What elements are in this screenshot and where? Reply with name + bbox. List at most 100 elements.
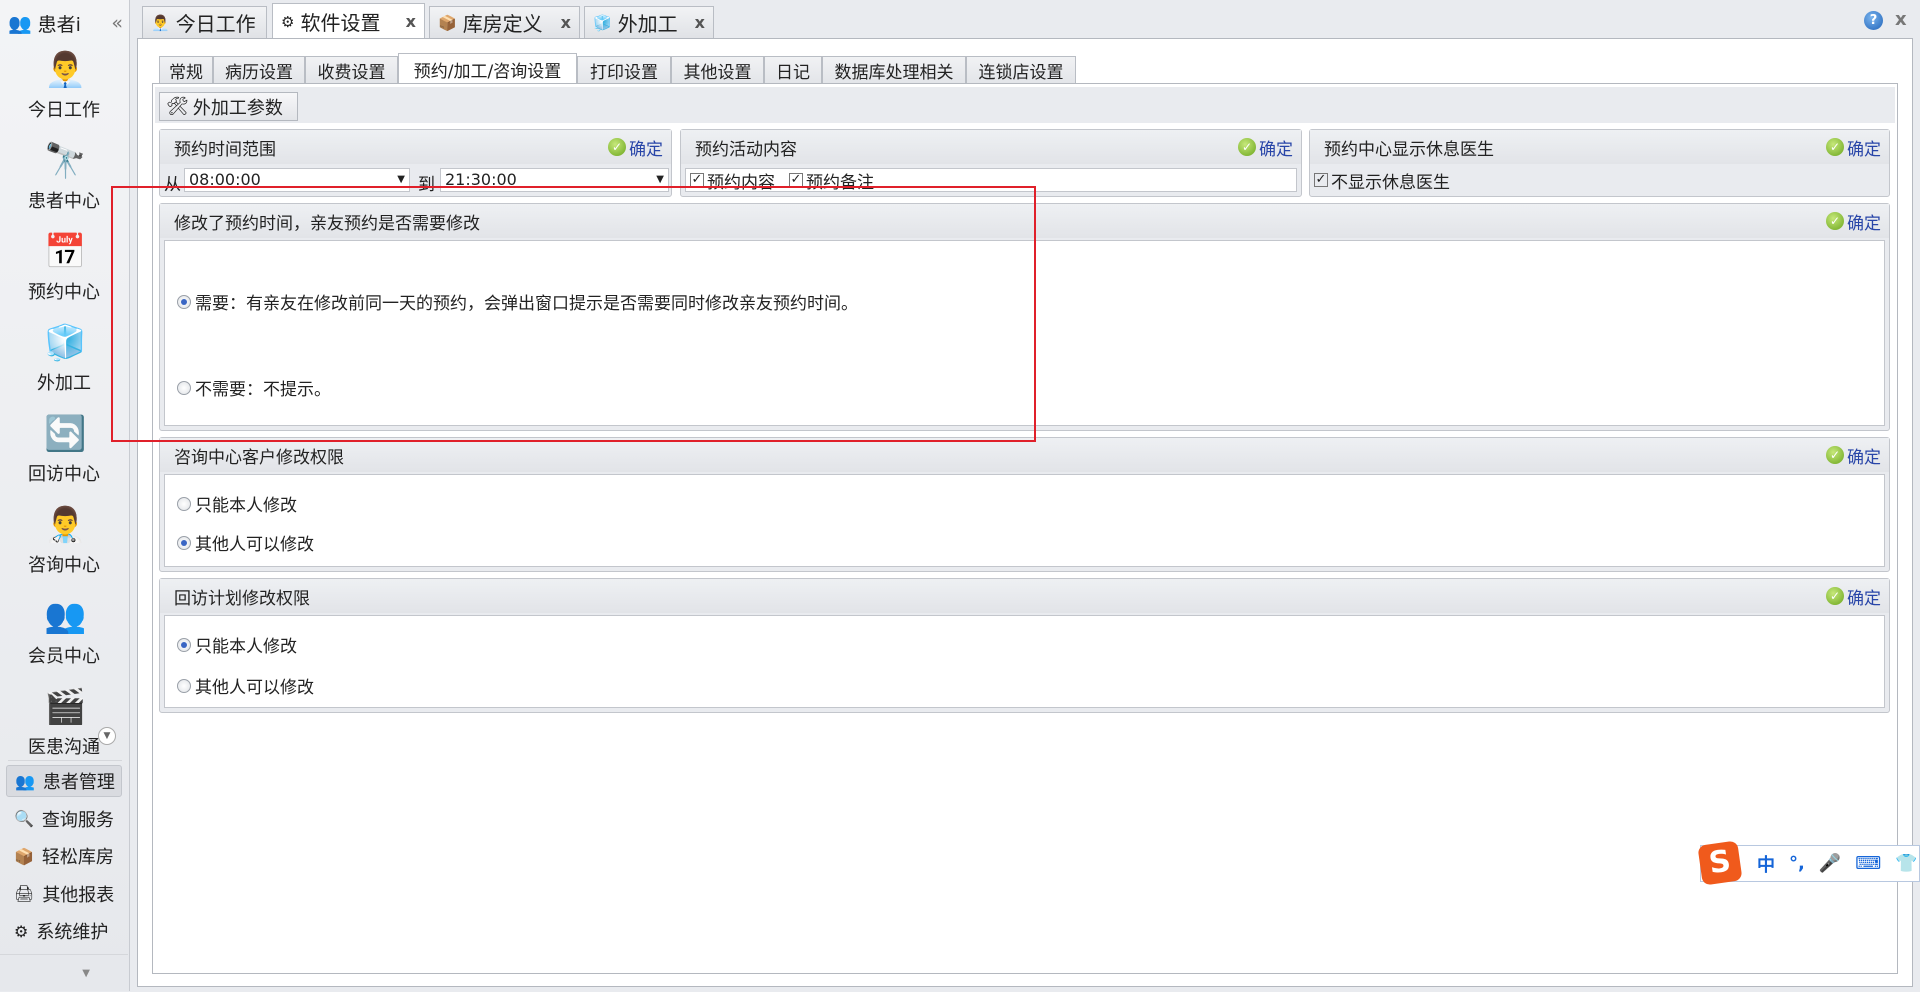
group-title: 预约时间范围 <box>174 139 276 160</box>
button-label: 外加工参数 <box>192 97 283 119</box>
more-button[interactable]: ▼ <box>98 727 116 745</box>
sidebar-bottom-bar[interactable]: ▼ <box>0 954 128 991</box>
consult-permission-group: 咨询中心客户修改权限 ✓ 确定 只能本人修改 其他人可以修改 <box>159 437 1890 572</box>
sidebar-header: 👥 患者i « <box>8 8 123 38</box>
confirm-button[interactable]: ✓ 确定 <box>1826 135 1881 160</box>
doc-tab[interactable]: 👨‍💼 今日工作 <box>142 6 267 38</box>
nav-item-label: 患者管理 <box>42 772 115 793</box>
video-icon: 🎬 <box>44 687 87 727</box>
tab-label: 软件设置 <box>300 11 381 35</box>
hide-rest-doctor-checkbox[interactable]: ✓ 不显示休息医生 <box>1314 168 1450 193</box>
close-tab-icon[interactable]: x <box>695 13 705 32</box>
radio-dot <box>177 535 191 550</box>
confirm-button[interactable]: ✓ 确定 <box>1238 135 1293 160</box>
radio-label: 其他人可以修改 <box>195 535 314 555</box>
sidebar: 👥 患者i « 👨‍💼 今日工作 🔭 患者中心 📅 预约中心 🧊 外加工 🔄 回访中心 👨‍⚕️ 咨询… <box>0 0 130 991</box>
divider <box>8 760 122 761</box>
confirm-label: 确定 <box>1847 213 1881 234</box>
highlight-annotation-box <box>111 186 1036 442</box>
sidebar-item[interactable]: 🔄 回访中心 <box>0 414 128 502</box>
rest-doctor-group: 预约中心显示休息医生 ✓ 确定 ✓ 不显示休息医生 <box>1309 129 1890 197</box>
sidebar-item[interactable]: 🔭 患者中心 <box>0 141 128 229</box>
settings-tab[interactable]: 连锁店设置 <box>966 56 1076 84</box>
settings-tab[interactable]: 常规 <box>159 56 213 84</box>
help-icon[interactable]: ? <box>1864 11 1883 30</box>
confirm-button[interactable]: ✓ 确定 <box>608 135 663 160</box>
check-icon: ✓ <box>1826 446 1844 464</box>
confirm-label: 确定 <box>1847 447 1881 468</box>
sidebar-item-label: 会员中心 <box>28 646 100 667</box>
settings-tab[interactable]: 数据库处理相关 <box>822 56 966 84</box>
sidebar-item-label: 外加工 <box>37 373 91 394</box>
radio-self-only[interactable]: 只能本人修改 <box>177 491 297 516</box>
settings-tab[interactable]: 预约/加工/咨询设置 <box>398 53 577 84</box>
tab-label: 外加工 <box>617 12 678 36</box>
check-icon: ✓ <box>1826 212 1844 230</box>
confirm-label: 确定 <box>1847 588 1881 609</box>
outsourcing-params-button[interactable]: 🛠 外加工参数 <box>159 92 298 121</box>
doc-tab[interactable]: 🧊 外加工 x <box>584 6 714 38</box>
settings-tab[interactable]: 打印设置 <box>577 56 671 84</box>
close-tab-icon[interactable]: x <box>406 12 416 31</box>
collapse-button[interactable]: « <box>111 12 123 34</box>
sidebar-item[interactable]: 📅 预约中心 <box>0 232 128 320</box>
confirm-button[interactable]: ✓ 确定 <box>1826 209 1881 234</box>
skin-icon[interactable]: 👕 <box>1895 853 1917 874</box>
group-title: 预约活动内容 <box>695 139 797 160</box>
confirm-label: 确定 <box>1847 139 1881 160</box>
gears-icon: ⚙ <box>281 12 295 31</box>
sidebar-nav-item[interactable]: 🔍 查询服务 <box>6 803 122 835</box>
check-icon: ✓ <box>608 138 626 156</box>
confirm-button[interactable]: ✓ 确定 <box>1826 443 1881 468</box>
doc-tab[interactable]: 📦 库房定义 x <box>429 6 580 38</box>
confirm-label: 确定 <box>1259 139 1293 160</box>
tab-label: 库房定义 <box>462 12 543 36</box>
microphone-icon[interactable]: 🎤 <box>1819 853 1841 874</box>
sidebar-item-label: 今日工作 <box>28 100 100 121</box>
sidebar-item[interactable]: 🧊 外加工 <box>0 323 128 411</box>
chinese-mode-icon[interactable]: 中 <box>1757 851 1775 877</box>
doc-tab[interactable]: ⚙ 软件设置 x <box>272 3 425 39</box>
toolbar <box>155 87 1895 123</box>
nav-item-label: 其他报表 <box>42 884 115 906</box>
sidebar-nav-item[interactable]: 🖨 其他报表 <box>6 878 122 910</box>
group-title: 咨询中心客户修改权限 <box>174 447 344 468</box>
sidebar-nav-item[interactable]: 👥 患者管理 <box>6 765 122 797</box>
sidebar-nav-item[interactable]: 📦 轻松库房 <box>6 840 122 872</box>
tab-label: 今日工作 <box>175 12 256 36</box>
radio-others-allowed[interactable]: 其他人可以修改 <box>177 673 314 698</box>
desk-person-icon: 👨‍💼 <box>151 13 170 32</box>
confirm-label: 确定 <box>629 139 663 160</box>
sidebar-item[interactable]: 👨‍⚕️ 咨询中心 <box>0 505 128 593</box>
cubes-icon: 🧊 <box>44 323 87 363</box>
radio-others-allowed[interactable]: 其他人可以修改 <box>177 530 314 555</box>
group-title: 预约中心显示休息医生 <box>1324 139 1494 160</box>
radio-label: 只能本人修改 <box>195 496 297 516</box>
users-icon: 👥 <box>8 12 32 35</box>
confirm-button[interactable]: ✓ 确定 <box>1826 584 1881 609</box>
keyboard-icon[interactable]: ⌨ <box>1855 853 1881 874</box>
check-icon: ✓ <box>1826 138 1844 156</box>
radio-self-only[interactable]: 只能本人修改 <box>177 632 297 657</box>
sidebar-item[interactable]: 👨‍💼 今日工作 <box>0 50 128 138</box>
sidebar-nav-item[interactable]: ⚙ 系统维护 <box>6 915 122 947</box>
nav-item-label: 系统维护 <box>36 922 109 943</box>
tools-icon: 🛠 <box>166 96 189 117</box>
checkbox-mark: ✓ <box>690 172 704 187</box>
sidebar-item-label: 患者中心 <box>28 191 100 212</box>
revisit-permission-group: 回访计划修改权限 ✓ 确定 只能本人修改 其他人可以修改 <box>159 578 1890 713</box>
punctuation-icon[interactable]: °, <box>1789 853 1805 874</box>
box-cart-icon: 📦 <box>438 13 457 32</box>
settings-tab[interactable]: 其他设置 <box>671 56 764 84</box>
radio-dot <box>177 678 191 693</box>
binoculars-icon: 🔭 <box>44 141 87 181</box>
sidebar-item[interactable]: 👥 会员中心 <box>0 596 128 684</box>
settings-tab[interactable]: 收费设置 <box>305 56 398 84</box>
gears-icon: ⚙ <box>14 921 29 941</box>
settings-tab[interactable]: 日记 <box>764 56 822 84</box>
sogou-logo-icon[interactable]: S <box>1697 840 1743 886</box>
radio-label: 只能本人修改 <box>195 637 297 657</box>
close-tab-icon[interactable]: x <box>561 13 571 32</box>
settings-tab[interactable]: 病历设置 <box>213 56 305 84</box>
close-window-icon[interactable]: x <box>1895 9 1907 30</box>
